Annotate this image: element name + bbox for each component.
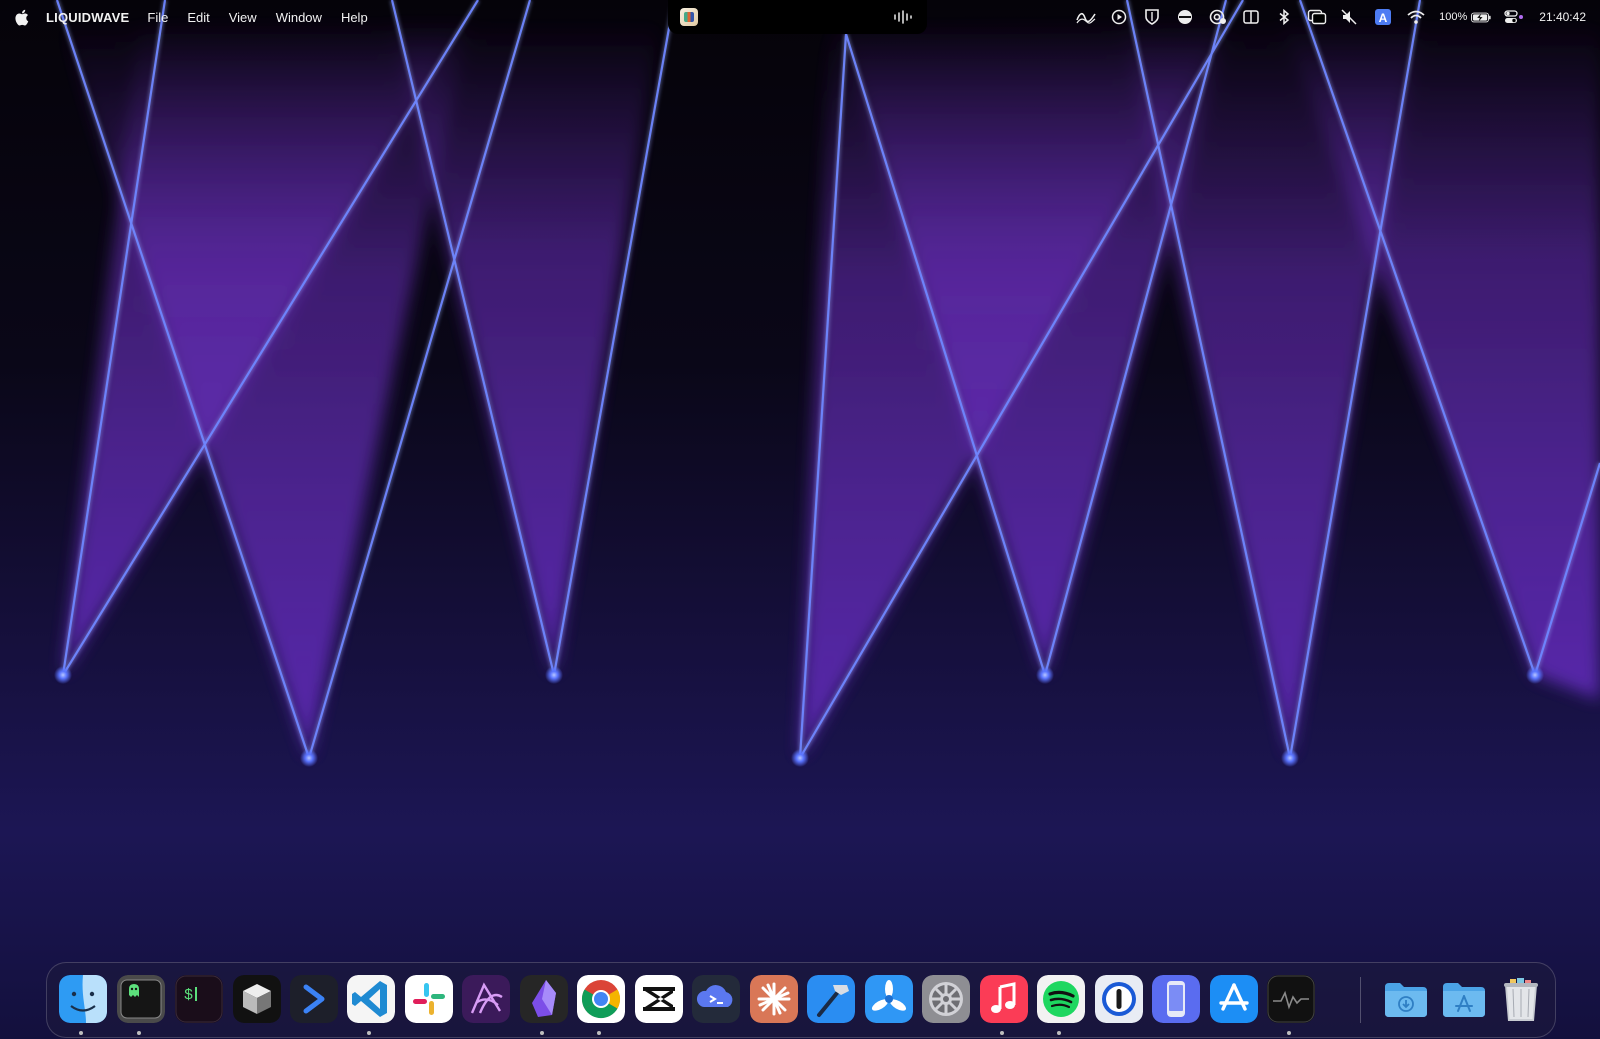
audio-wave-icon[interactable]: [893, 10, 913, 24]
menu-window[interactable]: Window: [276, 10, 322, 25]
vscode-icon[interactable]: [347, 975, 395, 1023]
chrome-icon[interactable]: [577, 975, 625, 1023]
window-stack-icon[interactable]: [1307, 8, 1327, 26]
applications-folder-icon[interactable]: [1440, 975, 1488, 1023]
wallpaper: [54, 0, 1600, 767]
ghostty-terminal-icon[interactable]: [117, 975, 165, 1023]
music-icon[interactable]: [980, 975, 1028, 1023]
battery-icon: [1471, 8, 1491, 26]
system-settings-icon[interactable]: [922, 975, 970, 1023]
capcut-icon[interactable]: [635, 975, 683, 1023]
laser-emitter: [1526, 666, 1544, 684]
running-indicator: [79, 1031, 83, 1035]
svg-text:A: A: [1379, 11, 1388, 25]
running-indicator: [1000, 1031, 1004, 1035]
terminal-icon[interactable]: $: [175, 975, 223, 1023]
apple-logo-icon[interactable]: [14, 7, 32, 27]
menu-help[interactable]: Help: [341, 10, 368, 25]
running-indicator: [367, 1031, 371, 1035]
laser-emitter: [545, 666, 563, 684]
claude-icon[interactable]: [750, 975, 798, 1023]
1password-icon[interactable]: [1095, 975, 1143, 1023]
at-sign-icon[interactable]: [1208, 8, 1228, 26]
menu-clock[interactable]: 21:40:42: [1539, 10, 1586, 24]
running-indicator: [1057, 1031, 1061, 1035]
cloud-terminal-icon[interactable]: [692, 975, 740, 1023]
notch: [668, 0, 927, 34]
control-center-icon[interactable]: [1504, 8, 1524, 26]
svg-text:$: $: [184, 987, 193, 1004]
bitwarden-icon[interactable]: [1142, 8, 1162, 26]
menu-bar: LIQUIDWAVE File Edit View Window Help A …: [0, 0, 1600, 34]
prompt-arrow-icon[interactable]: [290, 975, 338, 1023]
battery-percent: 100%: [1439, 11, 1468, 23]
trash-icon[interactable]: [1497, 975, 1545, 1023]
app-store-icon[interactable]: [1210, 975, 1258, 1023]
laser-emitter: [54, 666, 72, 684]
running-indicator: [540, 1031, 544, 1035]
battery-status[interactable]: 100%: [1439, 8, 1491, 26]
wave-icon[interactable]: [1076, 8, 1096, 26]
laser-emitter: [791, 749, 809, 767]
xcode-hammer-icon[interactable]: [807, 975, 855, 1023]
finder-icon[interactable]: [59, 975, 107, 1023]
input-source-icon[interactable]: A: [1373, 8, 1393, 26]
dock: $: [46, 962, 1556, 1038]
affinity-icon[interactable]: [462, 975, 510, 1023]
running-indicator: [137, 1031, 141, 1035]
desktop: LIQUIDWAVE File Edit View Window Help A …: [0, 0, 1600, 1039]
running-indicator: [1287, 1031, 1291, 1035]
activity-monitor-icon[interactable]: [1267, 975, 1315, 1023]
active-app-name[interactable]: LIQUIDWAVE: [46, 10, 129, 25]
media-app-icon[interactable]: [680, 8, 698, 26]
play-icon[interactable]: [1109, 8, 1129, 26]
laser-emitter: [1281, 749, 1299, 767]
dock-divider: [1360, 977, 1361, 1023]
menu-file[interactable]: File: [147, 10, 168, 25]
dash-icon[interactable]: [1175, 8, 1195, 26]
status-area: A 100% 21:40:42: [1076, 0, 1586, 34]
book-icon[interactable]: [1241, 8, 1261, 26]
simulator-icon[interactable]: [1152, 975, 1200, 1023]
mute-icon[interactable]: [1340, 8, 1360, 26]
running-indicator: [597, 1031, 601, 1035]
menu-edit[interactable]: Edit: [187, 10, 209, 25]
laser-emitter: [1036, 666, 1054, 684]
menu-bar-left: LIQUIDWAVE File Edit View Window Help: [14, 0, 387, 34]
wifi-icon[interactable]: [1406, 8, 1426, 26]
bluetooth-icon[interactable]: [1274, 8, 1294, 26]
fan-app-icon[interactable]: [865, 975, 913, 1023]
obsidian-icon[interactable]: [520, 975, 568, 1023]
laser-emitter: [300, 749, 318, 767]
spotify-icon[interactable]: [1037, 975, 1085, 1023]
menu-view[interactable]: View: [229, 10, 257, 25]
slack-icon[interactable]: [405, 975, 453, 1023]
downloads-folder-icon[interactable]: [1382, 975, 1430, 1023]
cube-app-icon[interactable]: [233, 975, 281, 1023]
